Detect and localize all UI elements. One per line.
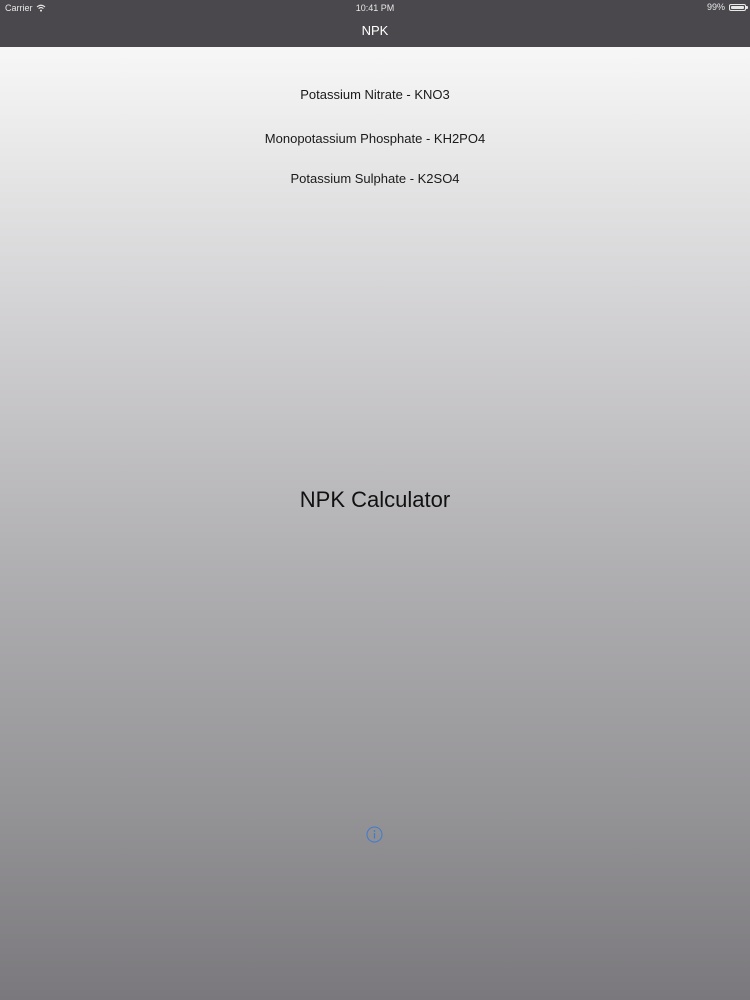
battery-status: 99% [706, 2, 748, 12]
battery-percent: 99% [706, 2, 725, 12]
menu-item-label: Potassium Nitrate - KNO3 [300, 87, 450, 102]
main-content: Potassium Nitrate - KNO3 Monopotassium P… [0, 47, 750, 1000]
status-bar: Carrier 10:41 PM 99% [0, 0, 750, 16]
menu-item-label: Monopotassium Phosphate - KH2PO4 [264, 131, 486, 146]
info-button[interactable] [366, 826, 383, 843]
menu-item-monopotassium-phosphate[interactable]: Monopotassium Phosphate - KH2PO4 [0, 131, 750, 146]
info-icon [366, 826, 383, 843]
status-time: 10:41 PM [355, 3, 395, 13]
battery-icon [729, 3, 748, 11]
menu-item-label: Potassium Sulphate - K2SO4 [290, 171, 460, 186]
navigation-bar: Carrier 10:41 PM 99% NPK [0, 0, 750, 47]
app-title: NPK Calculator [299, 487, 451, 512]
battery-fill [731, 5, 744, 9]
menu-item-potassium-sulphate[interactable]: Potassium Sulphate - K2SO4 [0, 171, 750, 186]
menu-item-potassium-nitrate[interactable]: Potassium Nitrate - KNO3 [0, 87, 750, 102]
nav-title: NPK [361, 23, 389, 38]
